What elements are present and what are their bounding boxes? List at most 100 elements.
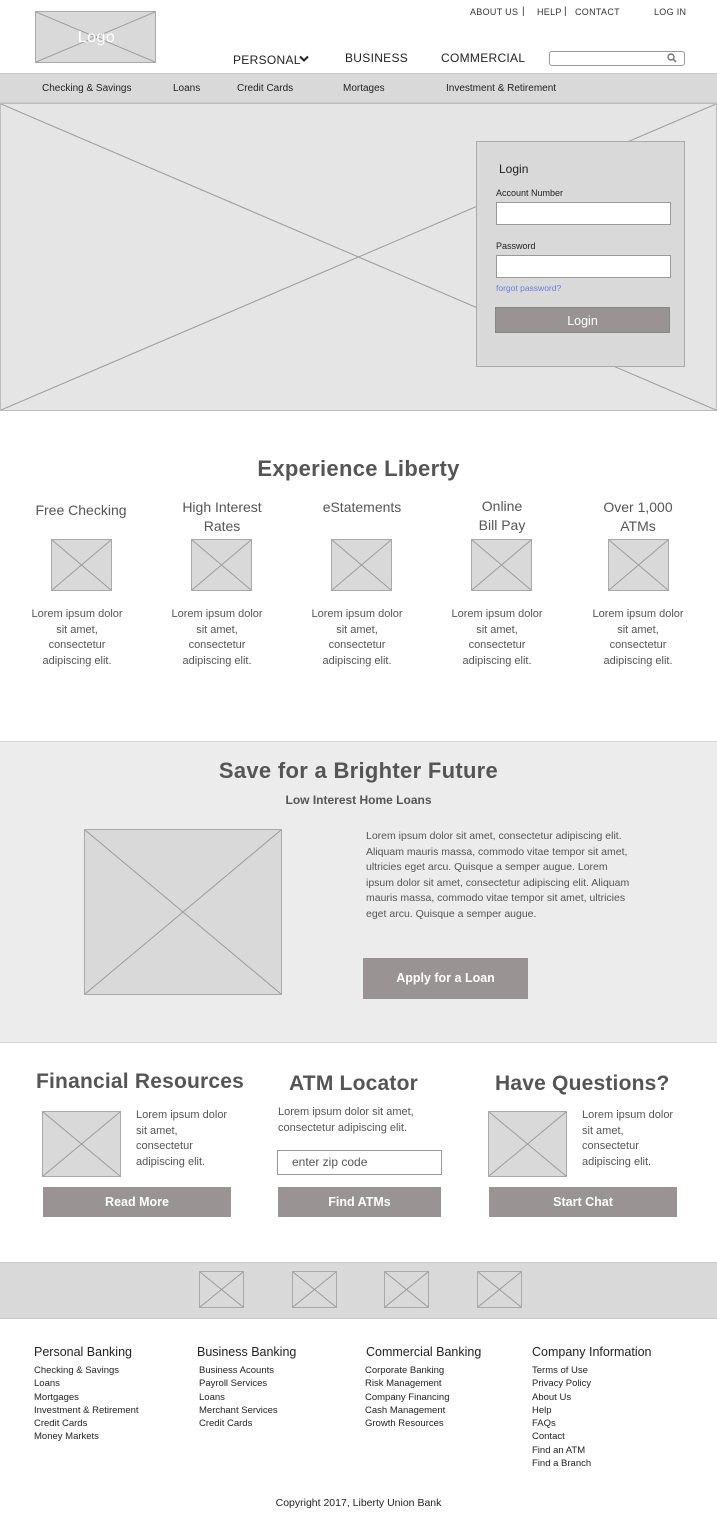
login-title: Login: [499, 162, 529, 176]
login-panel: Login Account Number Password forgot pas…: [476, 141, 685, 367]
sub-navigation: Checking & Savings Loans Credit Cards Mo…: [0, 73, 717, 103]
footer-link[interactable]: Mortgages: [34, 1391, 139, 1404]
partner-logo: [199, 1271, 244, 1308]
footer-link[interactable]: Find a Branch: [532, 1457, 591, 1470]
account-number-label: Account Number: [496, 188, 564, 198]
partner-logo: [292, 1271, 337, 1308]
footer-heading-commercial: Commercial Banking: [366, 1345, 482, 1359]
zip-code-input[interactable]: enter zip code: [277, 1150, 442, 1175]
footer-link[interactable]: Growth Resources: [365, 1417, 450, 1430]
atm-locator-title: ATM Locator: [289, 1072, 418, 1095]
financial-resources-text: Lorem ipsum dolor sit amet, consectetur …: [136, 1108, 227, 1170]
experience-title: Experience Liberty: [257, 456, 460, 481]
financial-resources-image: [42, 1111, 121, 1177]
footer-link[interactable]: Company Financing: [365, 1391, 450, 1404]
subnav-investment-retirement[interactable]: Investment & Retirement: [446, 83, 556, 94]
text-line: sit amet,: [336, 623, 378, 636]
log-in-link[interactable]: LOG IN: [654, 7, 686, 17]
account-number-field[interactable]: [496, 202, 671, 225]
text-line: consectetur adipiscing elit.: [278, 1121, 408, 1134]
text-line: consectetur: [136, 1140, 193, 1152]
footer-link[interactable]: Business Acounts: [199, 1364, 278, 1377]
feature-title: Over 1,000 ATMs: [573, 498, 703, 536]
forgot-password-link[interactable]: forgot password?: [496, 283, 561, 293]
contact-link[interactable]: CONTACT: [575, 7, 620, 17]
about-us-link[interactable]: ABOUT US: [470, 7, 518, 17]
footer-link[interactable]: Terms of Use: [532, 1364, 591, 1377]
feature-title-line: Bill Pay: [478, 517, 526, 533]
footer-link[interactable]: Loans: [199, 1391, 278, 1404]
password-field[interactable]: [496, 255, 671, 278]
save-description: Lorem ipsum dolor sit amet, consectetur …: [366, 830, 630, 920]
feature-title-line: Over 1,000: [603, 499, 673, 515]
text-line: consectetur: [468, 639, 526, 651]
text-line: adipiscing elit.: [603, 654, 673, 667]
feature-title-line: Free Checking: [35, 502, 127, 518]
text-line: Lorem ipsum dolor: [592, 608, 684, 620]
apply-for-loan-button[interactable]: Apply for a Loan: [363, 958, 528, 999]
feature-image: [191, 539, 252, 591]
feature-title-line: High Interest: [182, 499, 262, 515]
text-line: consectetur: [609, 639, 667, 651]
footer-link[interactable]: Risk Management: [365, 1377, 450, 1390]
partner-logo: [384, 1271, 429, 1308]
footer-link[interactable]: Credit Cards: [199, 1417, 278, 1430]
nav-commercial[interactable]: COMMERCIAL: [441, 51, 525, 65]
feature-title-line: ATMs: [620, 518, 656, 534]
subnav-checking-savings[interactable]: Checking & Savings: [42, 83, 132, 94]
text-line: adipiscing elit.: [322, 654, 392, 667]
footer-link[interactable]: Corporate Banking: [365, 1364, 450, 1377]
footer-link[interactable]: Merchant Services: [199, 1404, 278, 1417]
feature-title: Free Checking: [16, 501, 146, 520]
text-line: Lorem ipsum dolor: [311, 608, 403, 620]
nav-personal-label: PERSONAL: [233, 53, 301, 67]
text-line: adipiscing elit.: [582, 1155, 652, 1168]
start-chat-button[interactable]: Start Chat: [489, 1187, 677, 1217]
logo[interactable]: Logo: [35, 11, 156, 63]
footer-link[interactable]: Help: [532, 1404, 591, 1417]
text-line: sit amet,: [56, 623, 98, 636]
text-line: consectetur: [582, 1140, 639, 1152]
nav-business[interactable]: BUSINESS: [345, 51, 408, 65]
subnav-mortgages[interactable]: Mortages: [343, 83, 385, 94]
feature-description: Lorem ipsum dolor sit amet, consectetur …: [573, 607, 703, 669]
footer-link[interactable]: Credit Cards: [34, 1417, 139, 1430]
text-line: sit amet,: [476, 623, 518, 636]
footer-link[interactable]: Privacy Policy: [532, 1377, 591, 1390]
footer-list-business: Business Acounts Payroll Services Loans …: [199, 1364, 278, 1430]
footer-link[interactable]: FAQs: [532, 1417, 591, 1430]
chevron-down-icon: [299, 55, 309, 62]
footer-link[interactable]: Checking & Savings: [34, 1364, 139, 1377]
feature-title-line: eStatements: [322, 499, 402, 515]
footer-link[interactable]: Loans: [34, 1377, 139, 1390]
footer-link[interactable]: Investment & Retirement: [34, 1404, 139, 1417]
save-title: Save for a Brighter Future: [218, 758, 499, 783]
text-line: Lorem ipsum dolor: [582, 1109, 674, 1121]
search-icon[interactable]: [667, 53, 677, 63]
footer-link[interactable]: Money Markets: [34, 1430, 139, 1443]
subnav-credit-cards[interactable]: Credit Cards: [237, 83, 293, 94]
footer-link[interactable]: Contact: [532, 1430, 591, 1443]
search-input[interactable]: [549, 51, 685, 66]
subnav-loans[interactable]: Loans: [173, 83, 200, 94]
find-atms-button[interactable]: Find ATMs: [278, 1187, 441, 1217]
footer-heading-personal: Personal Banking: [34, 1345, 132, 1359]
login-button[interactable]: Login: [495, 307, 670, 333]
text-line: adipiscing elit.: [42, 654, 112, 667]
footer-link[interactable]: Payroll Services: [199, 1377, 278, 1390]
footer-link[interactable]: About Us: [532, 1391, 591, 1404]
feature-image: [608, 539, 669, 591]
read-more-button[interactable]: Read More: [43, 1187, 231, 1217]
have-questions-title: Have Questions?: [495, 1072, 670, 1095]
password-label: Password: [496, 241, 536, 251]
text-line: Lorem ipsum dolor: [171, 608, 263, 620]
text-line: adipiscing elit.: [136, 1155, 206, 1168]
partner-logos-band: [0, 1262, 717, 1319]
copyright: Copyright 2017, Liberty Union Bank: [275, 1497, 442, 1509]
footer-link[interactable]: Find an ATM: [532, 1444, 591, 1457]
feature-title-line: Online: [481, 498, 523, 514]
help-link[interactable]: HELP: [537, 7, 562, 17]
text-line: sit amet,: [136, 1124, 178, 1137]
nav-personal[interactable]: PERSONAL: [233, 51, 309, 67]
footer-link[interactable]: Cash Management: [365, 1404, 450, 1417]
